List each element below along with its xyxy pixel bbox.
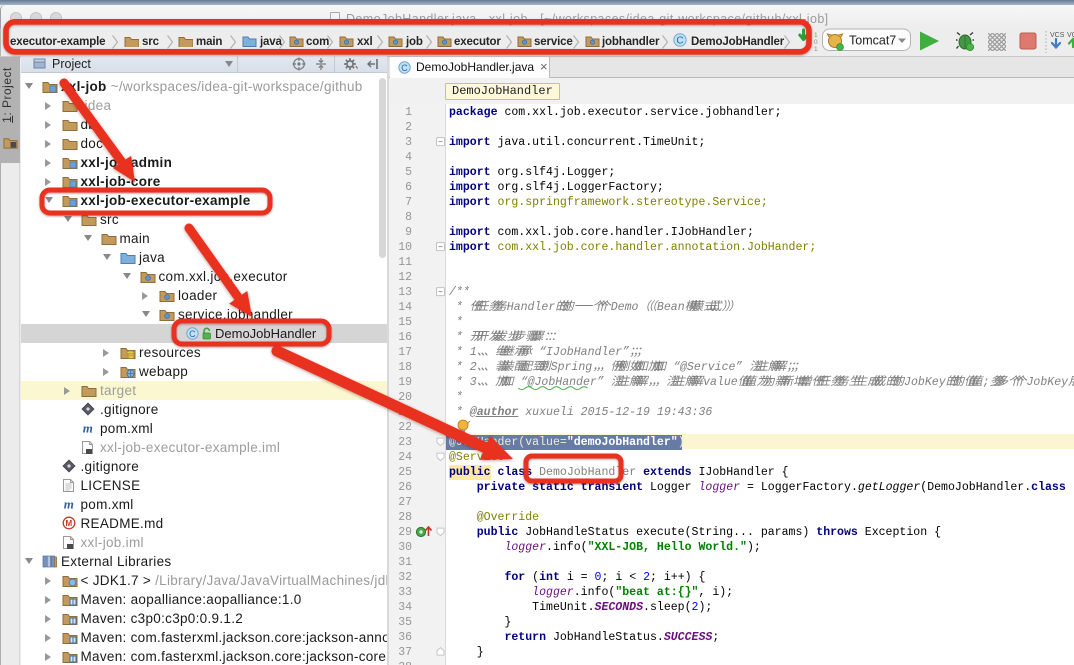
svg-text:0: 0 xyxy=(814,39,818,46)
svg-text:1: 1 xyxy=(814,32,818,39)
svg-text:Tomcat7: Tomcat7 xyxy=(849,34,896,48)
svg-text:VCS: VCS xyxy=(1050,32,1065,39)
svg-text:1: 1 xyxy=(814,46,818,53)
